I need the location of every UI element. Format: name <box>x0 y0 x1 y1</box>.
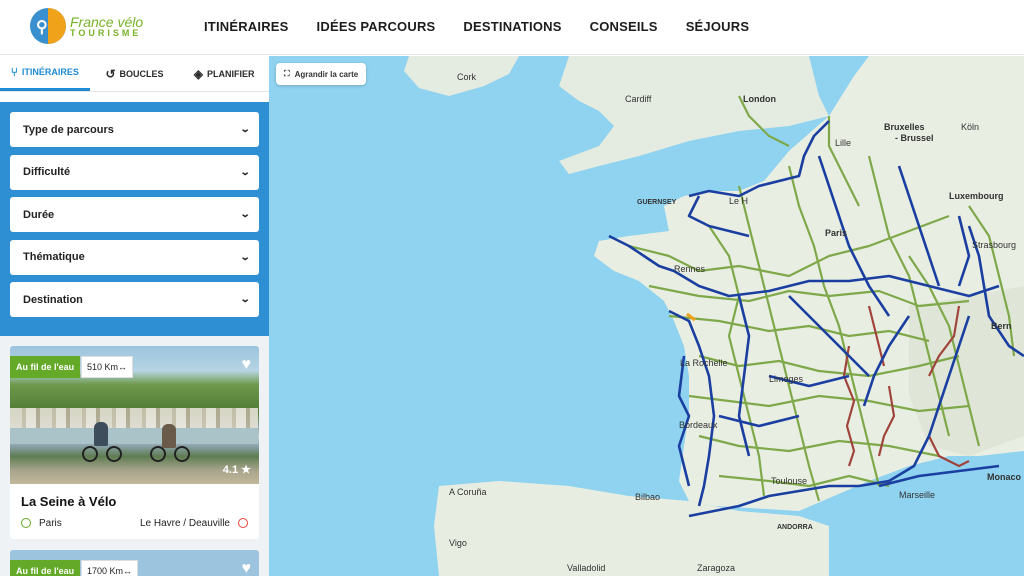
enlarge-map-label: Agrandir la carte <box>294 69 359 79</box>
map-label-marseille: Marseille <box>899 490 936 500</box>
logo-icon: ⚲ <box>30 8 66 44</box>
chevron-down-icon: ⌄ <box>239 124 251 135</box>
loop-icon: ↺ <box>105 66 116 81</box>
map-label-brussel: - Brussel <box>895 133 934 143</box>
filter-destination[interactable]: Destination ⌄ <box>10 282 259 317</box>
map-label-bordeaux: Bordeaux <box>679 420 718 430</box>
distance-badge: 510 Km↔ <box>81 356 134 378</box>
map-label-cork: Cork <box>457 72 477 82</box>
chevron-down-icon: ⌄ <box>239 294 251 305</box>
filter-thematique[interactable]: Thématique ⌄ <box>10 239 259 275</box>
category-badge: Au fil de l'eau <box>10 560 81 576</box>
itinerary-card[interactable]: Au fil de l'eau 510 Km↔ ♥ 4.1 ★ La Seine… <box>10 346 259 539</box>
start-marker-icon <box>21 518 31 529</box>
map-label-paris: Paris <box>825 228 848 238</box>
map-label-limoges: Limoges <box>769 374 804 384</box>
nav-itineraires[interactable]: ITINÉRAIRES <box>204 19 289 34</box>
favorite-heart-icon[interactable]: ♥ <box>242 356 252 374</box>
tab-itineraires[interactable]: ⑂ ITINÉRAIRES <box>0 56 90 91</box>
filter-panel: Type de parcours ⌄ Difficulté ⌄ Durée ⌄ … <box>0 102 269 336</box>
tab-planifier[interactable]: ◈ PLANIFIER <box>179 56 269 91</box>
top-navigation: ⚲ France vélo TOURISME ITINÉRAIRES IDÉES… <box>0 0 1024 55</box>
route-icon: ⑂ <box>10 65 18 79</box>
filter-duree[interactable]: Durée ⌄ <box>10 197 259 232</box>
nav-sejours[interactable]: SÉJOURS <box>686 19 750 34</box>
rating: 4.1 ★ <box>223 463 251 476</box>
enlarge-map-button[interactable]: ⛶ Agrandir la carte <box>276 63 367 85</box>
sidebar-tabs: ⑂ ITINÉRAIRES ↺ BOUCLES ◈ PLANIFIER <box>0 56 269 92</box>
nav-destinations[interactable]: DESTINATIONS <box>463 19 561 34</box>
tab-label: PLANIFIER <box>207 68 255 79</box>
route-end: Le Havre / Deauville <box>139 518 230 529</box>
map-label-larochelle: La Rochelle <box>680 358 728 368</box>
sidebar: ⑂ ITINÉRAIRES ↺ BOUCLES ◈ PLANIFIER Type… <box>0 56 269 576</box>
filter-label: Destination <box>23 293 83 306</box>
route-map[interactable]: ⛶ Agrandir la carte Cork Cardiff London … <box>269 56 1024 576</box>
filter-difficulte[interactable]: Difficulté ⌄ <box>10 154 259 190</box>
arrows-icon: ↔ <box>123 566 133 576</box>
filter-label: Type de parcours <box>23 123 114 136</box>
directions-icon: ◈ <box>193 66 204 81</box>
route-start: Paris <box>39 518 62 529</box>
filter-label: Thématique <box>23 251 85 263</box>
map-label-luxembourg: Luxembourg <box>949 191 1004 201</box>
distance-badge: 1700 Km↔ <box>81 560 139 576</box>
map-label-strasbourg: Strasbourg <box>972 240 1017 250</box>
map-label-andorra: ANDORRA <box>777 524 813 531</box>
chevron-down-icon: ⌄ <box>239 209 251 220</box>
main-menu: ITINÉRAIRES IDÉES PARCOURS DESTINATIONS … <box>204 19 749 34</box>
distance-value: 510 Km <box>87 362 119 372</box>
brand-line2: TOURISME <box>70 27 142 38</box>
filter-type-parcours[interactable]: Type de parcours ⌄ <box>10 112 259 147</box>
itinerary-title: La Seine à Vélo <box>21 494 117 509</box>
nav-conseils[interactable]: CONSEILS <box>590 19 658 34</box>
itinerary-photo: Au fil de l'eau 510 Km↔ ♥ 4.1 ★ <box>10 346 259 484</box>
favorite-heart-icon[interactable]: ♥ <box>242 560 252 576</box>
chevron-down-icon: ⌄ <box>239 251 251 263</box>
nav-idees-parcours[interactable]: IDÉES PARCOURS <box>317 19 436 34</box>
map-label-rennes: Rennes <box>674 264 706 274</box>
map-label-acoruna: A Coruña <box>449 487 487 497</box>
map-label-vigo: Vigo <box>449 538 467 548</box>
expand-icon: ⛶ <box>284 69 290 78</box>
map-label-koln: Köln <box>961 122 980 132</box>
itinerary-card[interactable]: Au fil de l'eau 1700 Km↔ ♥ <box>10 550 259 576</box>
itinerary-list: Au fil de l'eau 510 Km↔ ♥ 4.1 ★ La Seine… <box>0 336 269 576</box>
arrows-icon: ↔ <box>118 362 128 372</box>
map-label-guernsey: GUERNSEY <box>637 199 677 206</box>
map-label-lille: Lille <box>835 138 852 148</box>
map-label-london: London <box>743 94 776 104</box>
brand-logo[interactable]: ⚲ France vélo TOURISME <box>30 8 143 44</box>
map-label-bern: Bern <box>991 321 1012 331</box>
filter-label: Durée <box>23 208 55 221</box>
filter-label: Difficulté <box>23 166 71 178</box>
category-badge: Au fil de l'eau <box>10 356 81 378</box>
tab-boucles[interactable]: ↺ BOUCLES <box>90 56 180 91</box>
map-label-monaco: Monaco <box>987 472 1022 482</box>
map-label-zaragoza: Zaragoza <box>697 563 736 573</box>
rating-value: 4.1 <box>222 464 239 476</box>
tab-label: ITINÉRAIRES <box>21 67 79 77</box>
itinerary-photo: Au fil de l'eau 1700 Km↔ ♥ <box>10 550 259 576</box>
distance-value: 1700 Km <box>87 566 124 576</box>
map-label-bilbao: Bilbao <box>635 492 661 502</box>
map-label-cardiff: Cardiff <box>625 94 652 104</box>
map-label-valladolid: Valladolid <box>567 563 606 573</box>
itinerary-route: Paris Le Havre / Deauville <box>21 518 248 529</box>
map-label-lehavre: Le H <box>729 196 749 206</box>
tab-label: BOUCLES <box>119 68 164 79</box>
end-marker-icon <box>238 518 248 529</box>
star-icon: ★ <box>241 464 251 476</box>
chevron-down-icon: ⌄ <box>239 166 251 178</box>
map-label-toulouse: Toulouse <box>771 476 808 486</box>
map-label-bruxelles: Bruxelles <box>884 122 925 132</box>
